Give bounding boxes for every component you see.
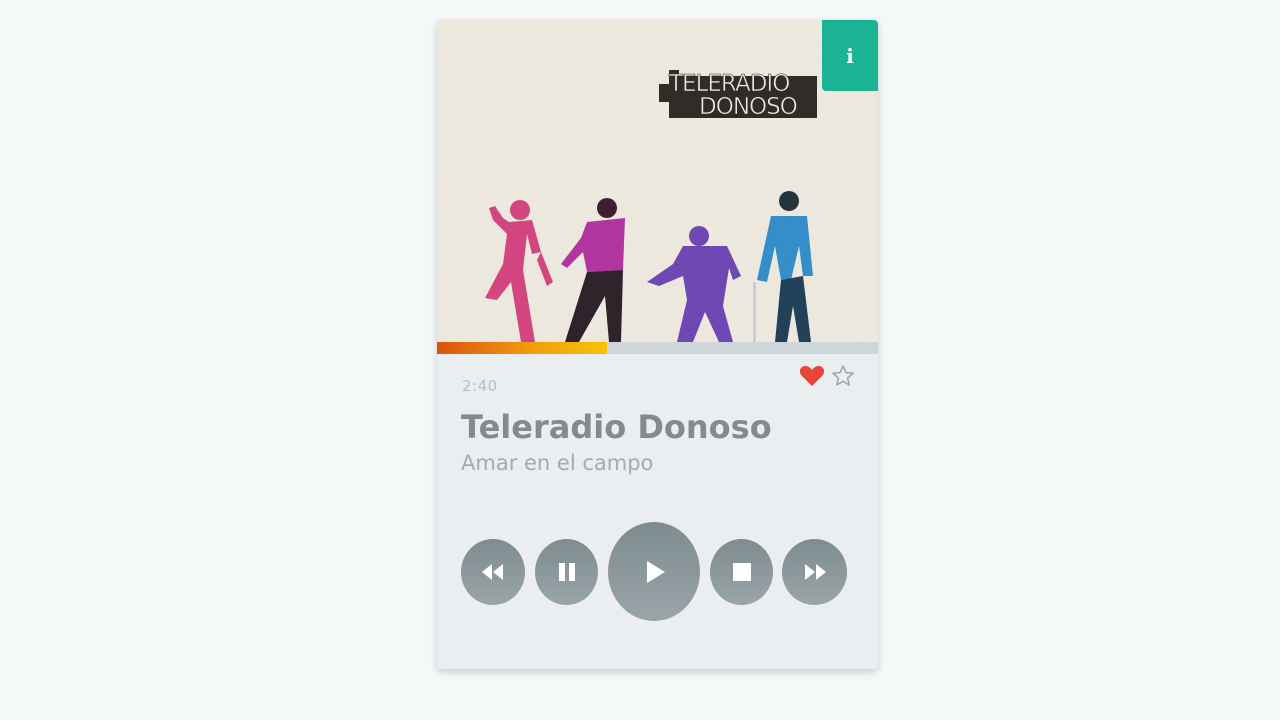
play-icon (647, 560, 665, 583)
progress-bar[interactable] (437, 342, 878, 354)
artist-name: Teleradio Donoso (461, 408, 772, 446)
heart-icon[interactable] (799, 364, 825, 388)
fast-forward-icon (804, 564, 826, 580)
song-title: Amar en el campo (461, 451, 654, 475)
info-button[interactable]: i (822, 20, 878, 91)
play-button[interactable] (608, 522, 700, 621)
fast-forward-button[interactable] (782, 539, 847, 605)
pause-icon (558, 563, 575, 581)
music-player-card: TELERADIO DONOSO (437, 20, 878, 669)
rewind-icon (482, 564, 503, 580)
album-cover: TELERADIO DONOSO (437, 20, 878, 342)
rewind-button[interactable] (461, 539, 525, 605)
stop-button[interactable] (710, 539, 773, 605)
stop-icon (732, 563, 751, 581)
elapsed-time: 2:40 (462, 377, 498, 395)
pause-button[interactable] (535, 539, 598, 605)
progress-fill (437, 342, 607, 354)
album-artwork: TELERADIO DONOSO (437, 20, 878, 342)
info-icon: i (846, 43, 854, 68)
star-icon[interactable] (831, 364, 855, 388)
